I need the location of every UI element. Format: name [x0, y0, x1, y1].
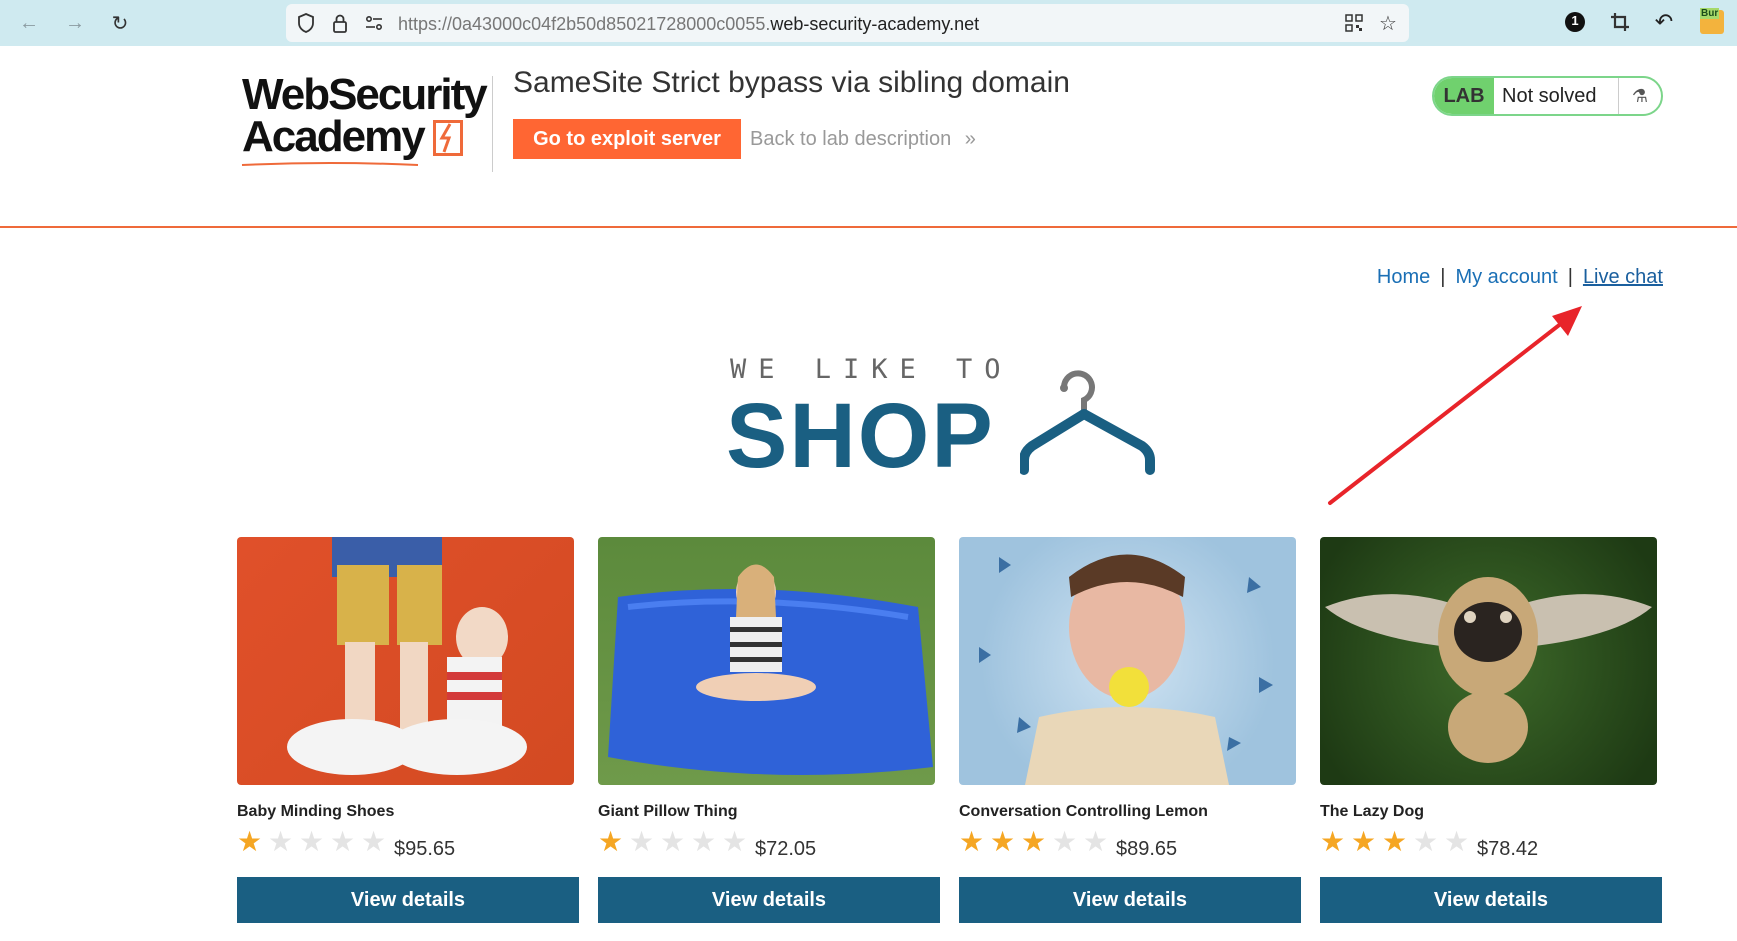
- star-icon: ★: [237, 826, 263, 857]
- notification-count: 1: [1571, 13, 1579, 28]
- lab-header: WebSecurity Academy SameSite Strict bypa…: [0, 46, 1737, 228]
- lab-status-widget: LAB Not solved ⚗: [1432, 76, 1663, 116]
- header-divider: [492, 76, 493, 172]
- back-to-lab-description-link[interactable]: Back to lab description »: [750, 128, 976, 151]
- forward-arrow-icon[interactable]: →: [60, 8, 90, 38]
- star-rating: ★ ★ ★ ★ ★: [1320, 828, 1475, 856]
- product-image[interactable]: [1320, 537, 1657, 785]
- undo-icon[interactable]: ↶: [1652, 9, 1676, 34]
- bookmark-star-icon[interactable]: ☆: [1378, 13, 1398, 35]
- top-navigation: Home | My account | Live chat: [1377, 266, 1663, 289]
- product-image[interactable]: [959, 537, 1296, 785]
- star-icon: ★: [1021, 826, 1047, 857]
- product-photo: [287, 537, 527, 775]
- crop-icon[interactable]: [1608, 10, 1632, 34]
- star-icon: ★: [1320, 826, 1346, 857]
- star-icon: ★: [330, 826, 356, 857]
- nav-live-chat-link[interactable]: Live chat: [1583, 266, 1663, 288]
- star-icon: ★: [1382, 826, 1408, 857]
- back-arrow-icon[interactable]: ←: [14, 8, 44, 38]
- product-price: $72.05: [755, 838, 817, 860]
- shop-banner: WE LIKE TO SHOP: [726, 350, 1180, 487]
- star-icon: ★: [1052, 826, 1078, 857]
- star-icon: ★: [361, 826, 387, 857]
- product-photo: [1325, 577, 1652, 763]
- product-card: Giant Pillow Thing ★ ★ ★ ★ ★ $72.05 View det…: [598, 537, 940, 923]
- reload-icon[interactable]: ↻: [105, 8, 135, 38]
- address-bar[interactable]: https://0a43000c04f2b50d85021728000c0055…: [286, 4, 1409, 42]
- lab-title: SameSite Strict bypass via sibling domai…: [513, 66, 1070, 99]
- star-icon: ★: [268, 826, 294, 857]
- logo-underline: [241, 162, 419, 166]
- banner-tagline: WE LIKE TO: [730, 354, 1013, 385]
- star-rating: ★ ★ ★ ★ ★: [237, 828, 392, 856]
- nav-separator: |: [1440, 266, 1446, 288]
- product-card: Baby Minding Shoes ★ ★ ★ ★ ★ $95.65 View det…: [237, 537, 579, 923]
- flask-icon: ⚗: [1618, 78, 1661, 114]
- star-rating: ★ ★ ★ ★ ★: [598, 828, 753, 856]
- product-name: The Lazy Dog: [1320, 803, 1425, 820]
- lab-status-text: Not solved: [1502, 84, 1597, 107]
- double-chevron-icon: »: [964, 128, 976, 150]
- nav-home-link[interactable]: Home: [1377, 266, 1430, 288]
- product-price: $89.65: [1116, 838, 1178, 860]
- product-price: $78.42: [1477, 838, 1539, 860]
- browser-toolbar: ← → ↻ https://0a43000c04f2b50d8502172800…: [0, 0, 1737, 46]
- star-icon: ★: [959, 826, 985, 857]
- web-security-academy-logo[interactable]: WebSecurity Academy: [240, 70, 490, 170]
- qr-code-icon[interactable]: [1344, 13, 1364, 33]
- nav-my-account-link[interactable]: My account: [1455, 266, 1557, 288]
- back-link-label: Back to lab description: [750, 128, 952, 150]
- product-name: Conversation Controlling Lemon: [959, 803, 1208, 820]
- star-icon: ★: [1413, 826, 1439, 857]
- product-image[interactable]: [237, 537, 574, 785]
- star-icon: ★: [598, 826, 624, 857]
- star-icon: ★: [722, 826, 748, 857]
- url-text: https://0a43000c04f2b50d85021728000c0055…: [398, 14, 979, 35]
- banner-title: SHOP: [726, 385, 995, 487]
- site-permissions-icon[interactable]: [364, 13, 384, 33]
- product-image[interactable]: [598, 537, 935, 785]
- product-name: Baby Minding Shoes: [237, 803, 395, 820]
- url-prefix: https://0a43000c04f2b50d85021728000c0055…: [398, 14, 771, 34]
- url-host: web-security-academy.net: [770, 14, 980, 34]
- shield-icon[interactable]: [296, 13, 316, 33]
- star-icon: ★: [1351, 826, 1377, 857]
- product-card: Conversation Controlling Lemon ★ ★ ★ ★ ★ $89…: [959, 537, 1301, 923]
- lock-icon[interactable]: [330, 13, 350, 33]
- star-icon: ★: [660, 826, 686, 857]
- star-icon: ★: [691, 826, 717, 857]
- star-icon: ★: [1444, 826, 1470, 857]
- view-details-button[interactable]: View details: [237, 877, 579, 923]
- star-icon: ★: [299, 826, 325, 857]
- star-icon: ★: [629, 826, 655, 857]
- product-photo: [979, 554, 1273, 785]
- notification-badge-icon[interactable]: 1: [1563, 10, 1587, 34]
- lab-badge: LAB: [1434, 78, 1494, 114]
- product-name: Giant Pillow Thing: [598, 803, 738, 820]
- annotation-arrow: [1328, 306, 1582, 505]
- burp-extension-icon[interactable]: Bur: [1698, 8, 1726, 34]
- exploit-server-button[interactable]: Go to exploit server: [513, 119, 741, 159]
- view-details-button[interactable]: View details: [959, 877, 1301, 923]
- star-icon: ★: [990, 826, 1016, 857]
- product-card: The Lazy Dog ★ ★ ★ ★ ★ $78.42 View details: [1320, 537, 1662, 923]
- product-price: $95.65: [394, 838, 456, 860]
- star-rating: ★ ★ ★ ★ ★: [959, 828, 1114, 856]
- nav-separator: |: [1567, 266, 1573, 288]
- logo-text-line2: Academy: [242, 112, 426, 161]
- product-photo: [608, 564, 933, 775]
- lightning-bolt-icon: [433, 120, 463, 156]
- view-details-button[interactable]: View details: [1320, 877, 1662, 923]
- extension-label: Bur: [1700, 8, 1720, 19]
- star-icon: ★: [1083, 826, 1109, 857]
- view-details-button[interactable]: View details: [598, 877, 940, 923]
- coat-hanger-icon: [1020, 370, 1155, 475]
